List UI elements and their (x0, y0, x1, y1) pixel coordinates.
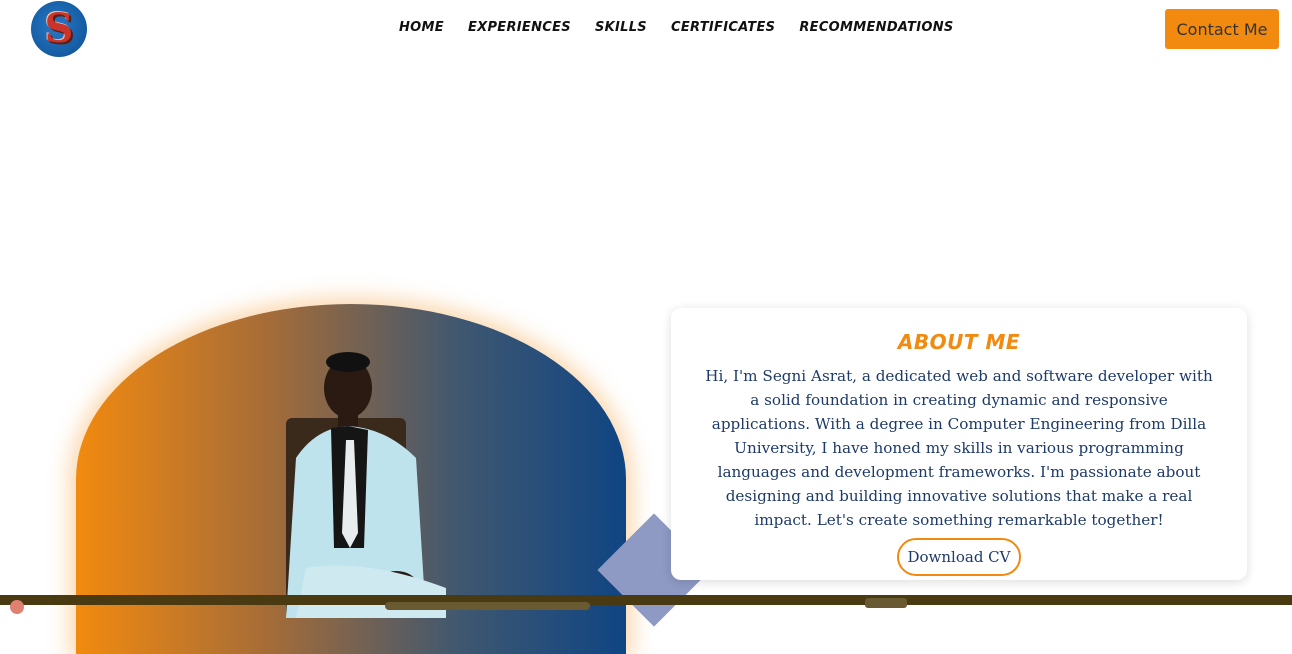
nav-skills[interactable]: SKILLS (595, 20, 647, 35)
about-card: ABOUT ME Hi, I'm Segni Asrat, a dedicate… (671, 308, 1247, 580)
bottom-bar-pill (385, 602, 590, 610)
bottom-bar-dot-icon (10, 600, 24, 614)
bottom-bar (0, 595, 1292, 605)
download-cv-button[interactable]: Download CV (897, 538, 1021, 576)
about-description: Hi, I'm Segni Asrat, a dedicated web and… (705, 367, 1213, 529)
contact-me-button[interactable]: Contact Me (1165, 9, 1279, 49)
nav-recommendations[interactable]: RECOMMENDATIONS (799, 20, 953, 35)
profile-photo (286, 352, 446, 618)
site-logo[interactable]: S (31, 1, 87, 57)
about-title: ABOUT ME (897, 330, 1021, 354)
main-nav: HOME EXPERIENCES SKILLS CERTIFICATES REC… (399, 20, 978, 35)
nav-certificates[interactable]: CERTIFICATES (671, 20, 775, 35)
bottom-bar-chip (865, 598, 907, 608)
logo-letter: S (44, 5, 74, 52)
nav-experiences[interactable]: EXPERIENCES (468, 20, 571, 35)
nav-home[interactable]: HOME (399, 20, 444, 35)
